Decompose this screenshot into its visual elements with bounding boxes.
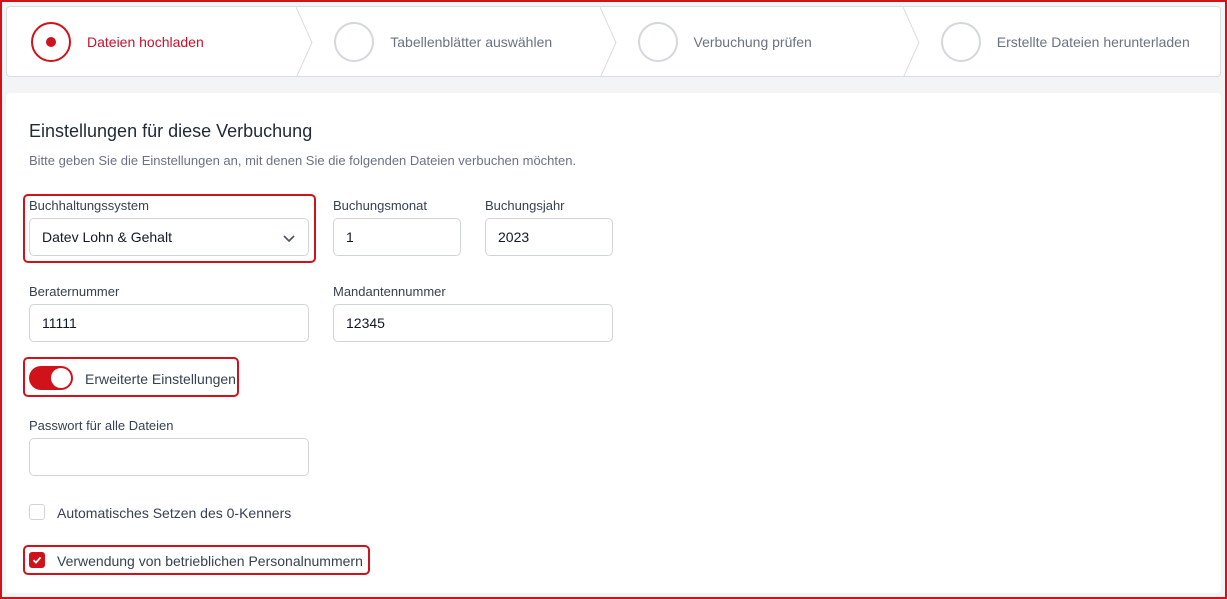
chevron-right-separator-icon [296,7,313,76]
step-upload-files[interactable]: Dateien hochladen [7,7,313,76]
auto-zero-flag-label: Automatisches Setzen des 0-Kenners [57,505,292,521]
accounting-system-label: Buchhaltungssystem [29,198,149,213]
accounting-system-value: Datev Lohn & Gehalt [42,229,172,245]
checkmark-icon [32,556,42,564]
personnel-numbers-checkbox[interactable] [29,552,45,568]
settings-title: Einstellungen für diese Verbuchung [29,121,313,141]
step-circle-icon [940,21,981,62]
step-label: Erstellte Dateien herunterladen [996,33,1190,50]
booking-month-input[interactable] [333,218,461,256]
booking-year-input[interactable] [485,218,613,256]
step-circle-icon [334,21,375,62]
advanced-settings-label: Erweiterte Einstellungen [85,371,236,387]
personnel-numbers-label: Verwendung von betrieblichen Personalnum… [57,553,363,569]
consultant-number-label: Beraternummer [29,284,120,299]
password-label: Passwort für alle Dateien [29,418,174,433]
step-active-circle-icon [31,21,71,62]
chevron-right-separator-icon [902,7,920,76]
step-label: Tabellenblätter auswählen [390,33,553,50]
client-number-label: Mandantennummer [333,284,446,299]
settings-card: Einstellungen für diese Verbuchung Bitte… [6,93,1221,593]
consultant-number-input[interactable] [29,304,309,342]
step-review-booking[interactable]: Verbuchung prüfen [614,7,920,76]
chevron-right-separator-icon [599,7,617,76]
booking-year-label: Buchungsjahr [485,198,565,213]
auto-zero-flag-checkbox[interactable] [29,504,45,520]
accounting-system-select[interactable]: Datev Lohn & Gehalt [29,218,309,256]
booking-month-label: Buchungsmonat [333,198,427,213]
settings-subtitle: Bitte geben Sie die Einstellungen an, mi… [29,153,577,168]
chevron-down-icon [283,235,295,243]
advanced-settings-toggle[interactable] [29,366,73,390]
toggle-knob [51,368,71,388]
password-input[interactable] [29,438,309,476]
step-label: Verbuchung prüfen [693,33,812,50]
step-download-files[interactable]: Erstellte Dateien herunterladen [917,7,1220,76]
step-label: Dateien hochladen [87,33,204,50]
step-select-sheets[interactable]: Tabellenblätter auswählen [310,7,617,76]
progress-stepper: Dateien hochladen Tabellenblätter auswäh… [6,6,1221,77]
client-number-input[interactable] [333,304,613,342]
step-circle-icon [637,21,678,62]
